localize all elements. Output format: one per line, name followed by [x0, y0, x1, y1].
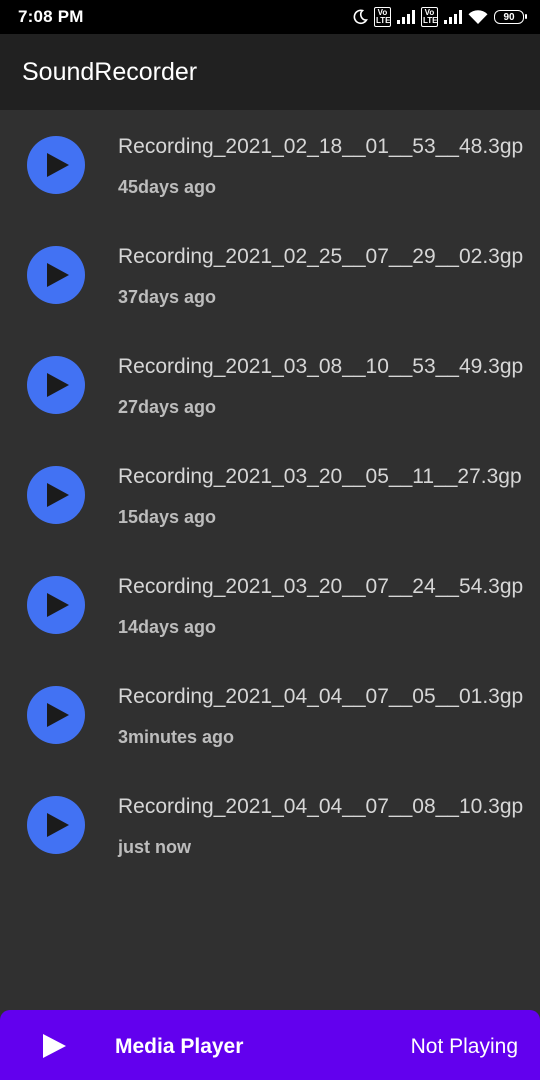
play-icon: [47, 483, 69, 507]
recording-name: Recording_2021_02_25__07__29__02.3gp: [118, 245, 524, 268]
media-player-bar[interactable]: Media Player Not Playing: [0, 1010, 540, 1080]
status-time: 7:08 PM: [18, 7, 84, 26]
play-icon: [43, 1034, 66, 1058]
play-button[interactable]: [27, 246, 85, 304]
play-button[interactable]: [27, 466, 85, 524]
moon-icon: [352, 9, 368, 25]
recording-name: Recording_2021_03_08__10__53__49.3gp: [118, 355, 524, 378]
list-item[interactable]: Recording_2021_04_04__07__08__10.3gp jus…: [0, 770, 540, 880]
list-item[interactable]: Recording_2021_04_04__07__05__01.3gp 3mi…: [0, 660, 540, 770]
play-icon: [47, 153, 69, 177]
volte-icon: Vo LTE: [374, 7, 391, 27]
recording-name: Recording_2021_03_20__07__24__54.3gp: [118, 575, 524, 598]
signal-icon: [397, 10, 415, 24]
status-icons: Vo LTE Vo LTE 90: [352, 6, 527, 28]
screen: 7:08 PM Vo LTE Vo LTE 90 SoundRecorder R…: [0, 0, 540, 1080]
play-icon: [47, 813, 69, 837]
play-button[interactable]: [27, 576, 85, 634]
play-icon: [47, 373, 69, 397]
recordings-list: Recording_2021_02_18__01__53__48.3gp 45d…: [0, 110, 540, 880]
app-title: SoundRecorder: [22, 58, 198, 86]
play-icon: [47, 593, 69, 617]
recording-name: Recording_2021_04_04__07__05__01.3gp: [118, 685, 524, 708]
list-item[interactable]: Recording_2021_02_25__07__29__02.3gp 37d…: [0, 220, 540, 330]
media-play-button[interactable]: [40, 1032, 68, 1060]
recording-time: 3minutes ago: [118, 727, 235, 747]
media-player-status: Not Playing: [410, 1035, 518, 1058]
play-button[interactable]: [27, 686, 85, 744]
play-icon: [47, 263, 69, 287]
list-item[interactable]: Recording_2021_02_18__01__53__48.3gp 45d…: [0, 110, 540, 220]
list-item[interactable]: Recording_2021_03_08__10__53__49.3gp 27d…: [0, 330, 540, 440]
signal-icon: [444, 10, 462, 24]
status-bar: 7:08 PM Vo LTE Vo LTE 90: [0, 0, 540, 34]
battery-icon: 90: [494, 10, 527, 24]
wifi-icon: [468, 9, 488, 25]
recording-name: Recording_2021_04_04__07__08__10.3gp: [118, 795, 524, 818]
recording-time: 14days ago: [118, 617, 217, 637]
volte-icon: Vo LTE: [421, 7, 438, 27]
recording-time: just now: [118, 837, 191, 857]
play-button[interactable]: [27, 796, 85, 854]
play-button[interactable]: [27, 356, 85, 414]
recording-time: 37days ago: [118, 287, 217, 307]
media-player-title: Media Player: [115, 1035, 244, 1058]
recording-name: Recording_2021_03_20__05__11__27.3gp: [118, 465, 522, 488]
play-button[interactable]: [27, 136, 85, 194]
list-item[interactable]: Recording_2021_03_20__07__24__54.3gp 14d…: [0, 550, 540, 660]
play-icon: [47, 703, 69, 727]
list-item[interactable]: Recording_2021_03_20__05__11__27.3gp 15d…: [0, 440, 540, 550]
app-bar: SoundRecorder: [0, 34, 540, 110]
recording-time: 15days ago: [118, 507, 217, 527]
recording-time: 45days ago: [118, 177, 217, 197]
recording-name: Recording_2021_02_18__01__53__48.3gp: [118, 135, 524, 158]
recording-time: 27days ago: [118, 397, 217, 417]
